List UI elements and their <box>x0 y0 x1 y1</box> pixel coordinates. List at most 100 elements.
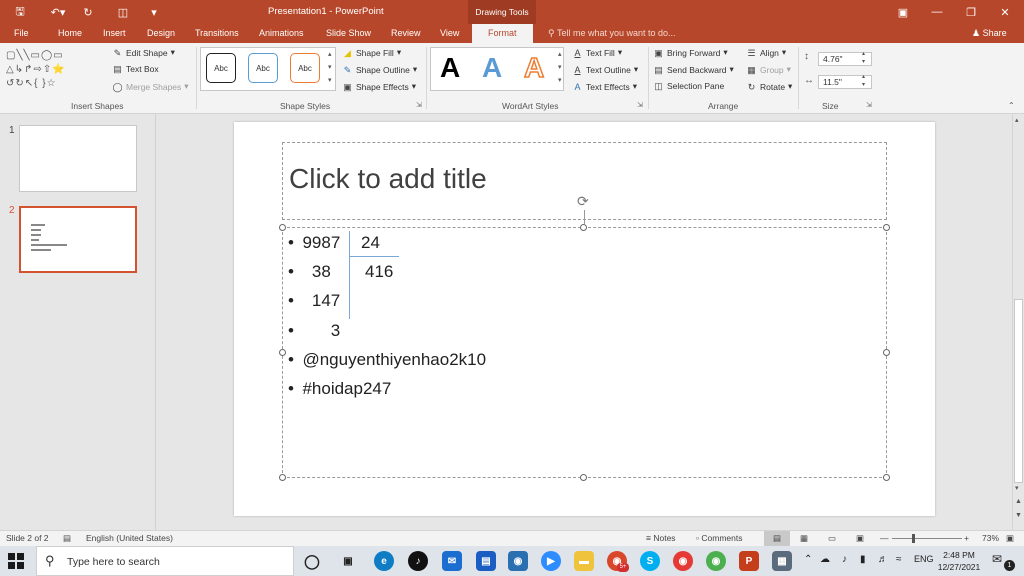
resize-handle[interactable] <box>883 474 890 481</box>
wordart-style-blue[interactable]: A <box>482 51 502 85</box>
height-spinner[interactable]: ▴ ▾ <box>862 50 865 66</box>
undo-icon[interactable]: ↶▾ <box>44 0 72 24</box>
group-button[interactable]: ▦ Group ▾ <box>746 64 791 75</box>
shape-style-black[interactable]: Abc <box>206 53 236 83</box>
calculator-icon[interactable]: ▦ <box>772 551 792 571</box>
taskbar-clock[interactable]: 2:48 PM 12/27/2021 <box>936 549 982 573</box>
resize-handle[interactable] <box>580 224 587 231</box>
resize-handle[interactable] <box>279 349 286 356</box>
notes-button[interactable]: ≡ Notes <box>646 533 676 543</box>
wordart-style-black[interactable]: A <box>440 51 460 85</box>
bring-forward-button[interactable]: ▣ Bring Forward ▾ <box>653 47 727 58</box>
shape-style-blue[interactable]: Abc <box>248 53 278 83</box>
tab-home[interactable]: Home <box>58 24 82 43</box>
resize-handle[interactable] <box>883 224 890 231</box>
shape-outline-button[interactable]: ✎ Shape Outline ▾ <box>342 64 417 75</box>
shape-style-orange[interactable]: Abc <box>290 53 320 83</box>
battery-icon[interactable]: ▮ <box>860 554 866 565</box>
fit-to-window-icon[interactable]: ▣ <box>1006 533 1014 544</box>
spelling-icon[interactable]: ▤ <box>63 533 71 544</box>
resize-handle[interactable] <box>279 474 286 481</box>
tiktok-icon[interactable]: ♪ <box>408 551 428 571</box>
scroll-up-icon[interactable]: ▴ <box>1015 116 1019 124</box>
zoom-slider[interactable] <box>892 538 962 539</box>
rotate-button[interactable]: ↻ Rotate ▾ <box>746 81 793 92</box>
zoom-level[interactable]: 73% <box>982 533 999 543</box>
slide-thumbnail-2[interactable] <box>19 206 137 273</box>
text-fill-button[interactable]: A Text Fill ▾ <box>572 47 622 58</box>
tab-insert[interactable]: Insert <box>103 24 126 43</box>
rotate-handle-icon[interactable]: ⟳ <box>577 193 589 210</box>
action-center-icon[interactable]: ✉ <box>992 552 1002 566</box>
app-icon[interactable]: ◉ <box>508 551 528 571</box>
next-slide-icon[interactable]: ▼ <box>1015 512 1022 519</box>
resize-handle[interactable] <box>883 349 890 356</box>
zoom-slider-thumb[interactable] <box>912 534 915 543</box>
zoom-out-icon[interactable]: — <box>880 533 889 543</box>
text-outline-button[interactable]: A Text Outline ▾ <box>572 64 638 75</box>
tab-format[interactable]: Format <box>472 24 533 43</box>
send-backward-button[interactable]: ▤ Send Backward ▾ <box>653 64 734 75</box>
slide-thumbnail-1[interactable] <box>19 125 137 192</box>
tab-slide-show[interactable]: Slide Show <box>326 24 371 43</box>
zoom-app-icon[interactable]: ▶ <box>541 551 561 571</box>
vertical-scrollbar[interactable]: ▴ ▾ ▲ ▼ <box>1012 114 1024 530</box>
normal-view-icon[interactable]: ▤ <box>764 531 790 546</box>
shape-effects-button[interactable]: ▣ Shape Effects ▾ <box>342 81 416 92</box>
file-explorer-icon[interactable]: ▬ <box>574 551 594 571</box>
microphone-icon[interactable]: ♪ <box>842 554 847 565</box>
dialog-launcher-icon[interactable]: ⇲ <box>866 101 872 109</box>
chrome-icon[interactable]: ◉ <box>673 551 693 571</box>
selection-pane-button[interactable]: ◫ Selection Pane <box>653 81 724 91</box>
wordart-style-orange[interactable]: A <box>523 51 545 85</box>
tab-transitions[interactable]: Transitions <box>195 24 239 43</box>
volume-icon[interactable]: ♬ <box>878 554 888 565</box>
windows-start-icon[interactable] <box>8 553 24 569</box>
text-effects-button[interactable]: A Text Effects ▾ <box>572 81 637 92</box>
text-box-button[interactable]: ▤ Text Box <box>112 64 158 74</box>
tab-file[interactable]: File <box>14 24 29 43</box>
mail-icon[interactable]: ✉ <box>442 551 462 571</box>
powerpoint-icon[interactable]: P <box>739 551 759 571</box>
dialog-launcher-icon[interactable]: ⇲ <box>637 101 643 109</box>
align-button[interactable]: ☰ Align ▾ <box>746 47 786 58</box>
ribbon-display-options-icon[interactable]: ▣ <box>886 0 920 24</box>
tab-view[interactable]: View <box>440 24 459 43</box>
zoom-in-icon[interactable]: + <box>964 533 969 543</box>
gallery-scroll[interactable]: ▴ ▾ ▾ <box>558 48 562 87</box>
width-spinner[interactable]: ▴ ▾ <box>862 73 865 89</box>
resize-handle[interactable] <box>580 474 587 481</box>
input-language[interactable]: ENG <box>914 554 934 564</box>
tell-me-search[interactable]: ⚲ Tell me what you want to do... <box>548 24 676 43</box>
share-button[interactable]: ♟ Share <box>972 24 1007 43</box>
cortana-icon[interactable]: ◯ <box>302 551 322 571</box>
show-hidden-icons[interactable]: ⌃ <box>804 554 812 565</box>
taskbar-search-box[interactable]: ⚲ Type here to search <box>36 546 294 576</box>
shapes-gallery[interactable]: ▢╲╲▭◯▭ △↳↱⇨⇧⭐ ↺↻↖{ }☆ <box>6 49 106 93</box>
skype-icon[interactable]: S <box>640 551 660 571</box>
comments-button[interactable]: ▫ Comments <box>696 533 742 543</box>
task-view-icon[interactable]: ▣ <box>338 551 358 571</box>
onedrive-icon[interactable]: ☁ <box>820 554 830 565</box>
scroll-down-icon[interactable]: ▾ <box>1015 484 1019 492</box>
edge-icon[interactable]: e <box>374 551 394 571</box>
reading-view-icon[interactable]: ▭ <box>828 533 836 544</box>
chrome-profile-icon[interactable]: ◉ <box>706 551 726 571</box>
restore-icon[interactable]: ❐ <box>954 0 988 24</box>
language-status[interactable]: English (United States) <box>86 533 173 543</box>
shape-fill-button[interactable]: ◢ Shape Fill ▾ <box>342 47 401 58</box>
slide-canvas[interactable]: Click to add title ⟳ • 9987 24 • 38 416 … <box>234 122 935 516</box>
tab-animations[interactable]: Animations <box>259 24 304 43</box>
collapse-ribbon-icon[interactable]: ⌃ <box>1008 101 1015 110</box>
minimize-icon[interactable]: — <box>920 0 954 24</box>
previous-slide-icon[interactable]: ▲ <box>1015 498 1022 505</box>
store-icon[interactable]: ▤ <box>476 551 496 571</box>
slide-sorter-icon[interactable]: ▦ <box>800 533 808 544</box>
tab-review[interactable]: Review <box>391 24 421 43</box>
edit-shape-button[interactable]: ✎ Edit Shape ▾ <box>112 47 175 58</box>
customize-qat-icon[interactable]: ▾ <box>146 0 162 24</box>
save-icon[interactable]: 🖫 <box>8 0 32 24</box>
resize-handle[interactable] <box>279 224 286 231</box>
gallery-scroll[interactable]: ▴ ▾ ▾ <box>328 48 332 87</box>
tab-design[interactable]: Design <box>147 24 175 43</box>
